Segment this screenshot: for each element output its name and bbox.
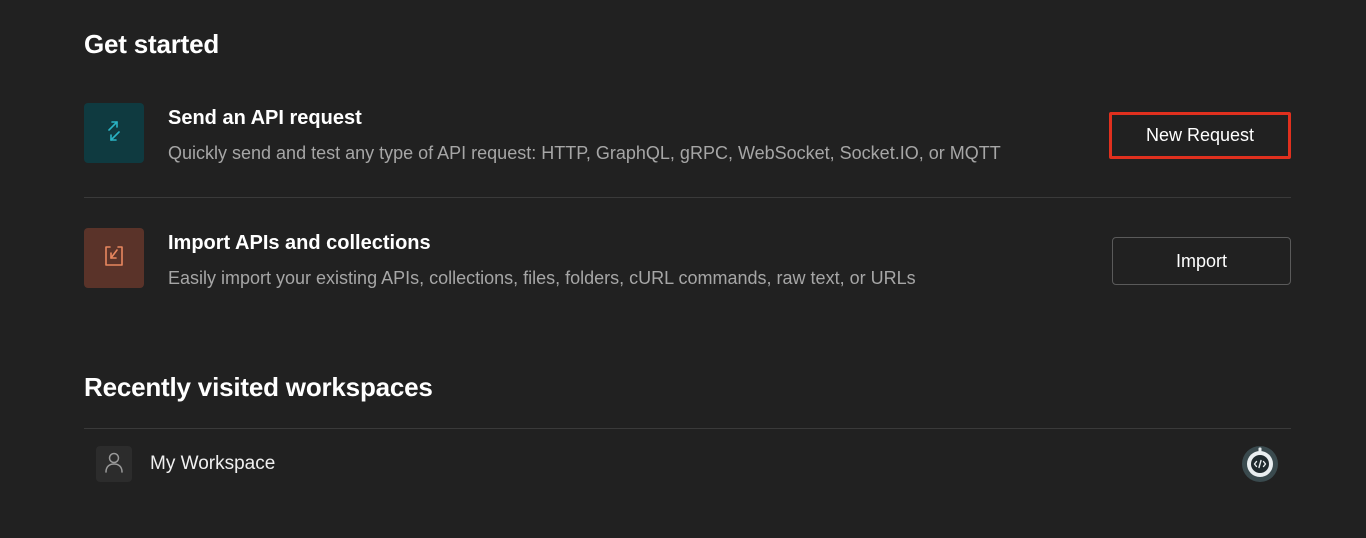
api-request-tile bbox=[84, 103, 144, 163]
import-icon bbox=[102, 244, 126, 273]
workspace-avatar bbox=[96, 446, 132, 482]
recent-workspaces-heading: Recently visited workspaces bbox=[84, 372, 433, 402]
section-divider bbox=[84, 197, 1291, 198]
new-request-button[interactable]: New Request bbox=[1109, 112, 1291, 159]
workspace-item-my-workspace[interactable]: My Workspace bbox=[84, 429, 1291, 499]
import-apis-row: Import APIs and collections Easily impor… bbox=[84, 228, 1291, 288]
api-request-arrows-icon bbox=[105, 120, 123, 146]
send-api-request-row: Send an API request Quickly send and tes… bbox=[84, 103, 1291, 163]
get-started-heading: Get started bbox=[84, 29, 220, 59]
workspace-name: My Workspace bbox=[150, 453, 276, 474]
import-apis-title: Import APIs and collections bbox=[168, 232, 431, 254]
send-api-request-description: Quickly send and test any type of API re… bbox=[168, 143, 1001, 163]
import-button[interactable]: Import bbox=[1112, 237, 1291, 285]
code-robot-icon bbox=[1241, 445, 1279, 483]
import-tile bbox=[84, 228, 144, 288]
import-apis-description: Easily import your existing APIs, collec… bbox=[168, 268, 916, 288]
person-icon bbox=[104, 451, 124, 478]
send-api-request-title: Send an API request bbox=[168, 107, 362, 129]
